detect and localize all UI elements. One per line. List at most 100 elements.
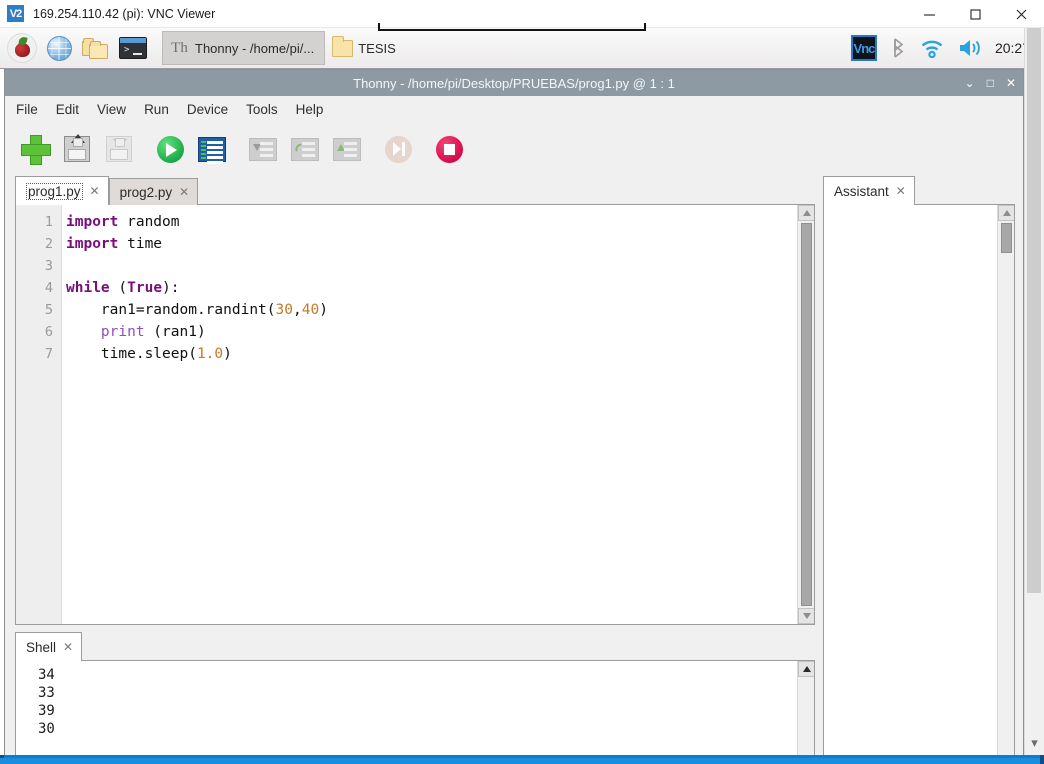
editor-tab-label: prog1.py — [28, 183, 81, 199]
line-number: 3 — [44, 258, 53, 274]
thonny-maximize-button[interactable]: □ — [987, 77, 994, 89]
bluetooth-icon[interactable] — [891, 37, 906, 59]
new-file-button[interactable] — [15, 129, 55, 169]
file-manager-icon[interactable] — [79, 31, 113, 65]
vnc-window-controls — [906, 0, 1044, 28]
scroll-down-icon[interactable] — [798, 608, 814, 624]
menu-help[interactable]: Help — [296, 102, 324, 117]
host-taskbar-strip — [0, 755, 1044, 764]
thonny-window-controls: ⌄ □ ✕ — [965, 70, 1016, 96]
shell-tab[interactable]: Shell ✕ — [15, 632, 83, 661]
step-into-button[interactable] — [243, 129, 283, 169]
shell-output-line: 30 — [38, 721, 55, 737]
step-over-button[interactable] — [285, 129, 325, 169]
code-line: while (True): — [66, 280, 180, 296]
taskbar-window-label: Thonny - /home/pi/... — [195, 40, 315, 56]
editor-tab-prog1[interactable]: prog1.py ✕ — [15, 176, 109, 205]
assistant-vertical-scrollbar[interactable] — [997, 205, 1014, 759]
vnc-close-button[interactable] — [998, 0, 1044, 28]
floppy-down-icon — [106, 136, 132, 162]
step-out-button[interactable] — [327, 129, 367, 169]
code-line: ran1=random.randint(30,40) — [66, 302, 328, 318]
plus-icon — [21, 135, 51, 165]
menu-tools[interactable]: Tools — [246, 102, 278, 117]
vnc-viewer-vertical-scrollbar[interactable]: ▾ — [1024, 28, 1044, 755]
vnc-floating-toolbar-handle[interactable] — [378, 23, 646, 31]
scroll-up-icon[interactable] — [798, 661, 814, 677]
close-icon[interactable]: ✕ — [90, 185, 100, 197]
shell-frame: 34333930 Python 3.7.3 (/usr/bin/python3) — [15, 660, 815, 759]
scroll-up-icon[interactable] — [798, 205, 814, 221]
shell-tabbar: Shell ✕ — [15, 631, 815, 661]
editor-tabbar: prog1.py ✕ prog2.py ✕ — [15, 175, 815, 205]
thonny-window: Thonny - /home/pi/Desktop/PRUEBAS/prog1.… — [4, 69, 1024, 760]
folder-icon — [332, 35, 354, 57]
open-file-button[interactable] — [57, 129, 97, 169]
line-number: 5 — [44, 302, 53, 318]
save-file-button[interactable] — [99, 129, 139, 169]
vnc-minimize-button[interactable] — [906, 0, 952, 28]
volume-icon[interactable] — [958, 38, 984, 58]
web-browser-icon[interactable] — [42, 31, 76, 65]
line-number-gutter: 1 2 3 4 5 6 7 — [16, 205, 62, 624]
assistant-tab[interactable]: Assistant ✕ — [823, 176, 915, 205]
menu-view[interactable]: View — [97, 102, 126, 117]
raspberry-menu-icon[interactable] — [5, 31, 39, 65]
stop-button[interactable] — [429, 129, 469, 169]
chevron-down-icon[interactable]: ▾ — [1025, 736, 1044, 749]
vnc-maximize-button[interactable] — [952, 0, 998, 28]
vnc-server-tray-icon[interactable]: Vnc — [850, 35, 877, 61]
scrollbar-thumb[interactable] — [801, 223, 812, 606]
scrollbar-thumb[interactable] — [1001, 223, 1012, 253]
thonny-menubar: File Edit View Run Device Tools Help — [5, 96, 1023, 123]
shell-output[interactable]: 34 33 39 30 — [16, 661, 797, 759]
thonny-close-button[interactable]: ✕ — [1006, 77, 1016, 89]
line-number: 6 — [44, 324, 53, 340]
wifi-icon[interactable] — [920, 38, 944, 58]
assistant-frame — [823, 204, 1015, 759]
code-editor-frame: 1 2 3 4 5 6 7 import random import time while (… — [15, 204, 815, 625]
resume-icon — [384, 135, 412, 163]
editor-tab-label: prog2.py — [119, 184, 173, 200]
menu-run[interactable]: Run — [144, 102, 169, 117]
taskbar-window-tesis[interactable]: TESIS — [325, 31, 406, 65]
debug-icon — [198, 136, 226, 164]
code-line: print (ran1) — [100, 324, 206, 340]
shell-output-line: 34 — [38, 667, 55, 683]
resume-button[interactable] — [378, 129, 418, 169]
code-text-area[interactable]: import random import time while (True): r… — [62, 205, 797, 624]
thonny-titlebar: Thonny - /home/pi/Desktop/PRUEBAS/prog1.… — [5, 70, 1023, 96]
assistant-tabbar: Assistant ✕ — [823, 175, 1015, 205]
editor-tab-prog2[interactable]: prog2.py ✕ — [108, 178, 199, 205]
scrollbar-thumb[interactable] — [1027, 28, 1041, 593]
assistant-tab-label: Assistant — [834, 183, 889, 199]
debug-button[interactable] — [192, 129, 232, 169]
stop-icon — [435, 135, 463, 163]
screen-root: V2 169.254.110.42 (pi): VNC Viewer > Th — [0, 0, 1044, 764]
menu-file[interactable]: File — [16, 102, 38, 117]
assistant-content — [824, 205, 997, 759]
close-icon[interactable]: ✕ — [63, 641, 73, 653]
line-number: 1 — [44, 214, 53, 230]
vnc-window-title: 169.254.110.42 (pi): VNC Viewer — [33, 6, 216, 21]
shell-vertical-scrollbar[interactable] — [797, 661, 814, 759]
play-icon — [156, 135, 184, 163]
shell-panel: Shell ✕ 34333930 Python 3.7.3 (/usr/bin/… — [15, 631, 815, 759]
close-icon[interactable]: ✕ — [896, 185, 906, 197]
run-button[interactable] — [150, 129, 190, 169]
terminal-icon[interactable]: > — [116, 31, 150, 65]
editor-vertical-scrollbar[interactable] — [797, 205, 814, 624]
thonny-toolbar — [5, 123, 1023, 175]
scroll-up-icon[interactable] — [998, 205, 1014, 221]
thonny-minimize-button[interactable]: ⌄ — [965, 77, 975, 89]
taskbar-window-thonny[interactable]: Th Thonny - /home/pi/... — [162, 31, 326, 65]
shell-tab-label: Shell — [26, 639, 57, 655]
close-icon[interactable]: ✕ — [179, 186, 189, 198]
taskbar-window-label: TESIS — [358, 40, 396, 56]
code-line: import random — [66, 214, 180, 230]
thonny-workspace: prog1.py ✕ prog2.py ✕ 1234567 import ran… — [5, 175, 1023, 759]
menu-device[interactable]: Device — [187, 102, 228, 117]
vnc-logo-icon: V2 — [7, 5, 24, 22]
menu-edit[interactable]: Edit — [56, 102, 79, 117]
